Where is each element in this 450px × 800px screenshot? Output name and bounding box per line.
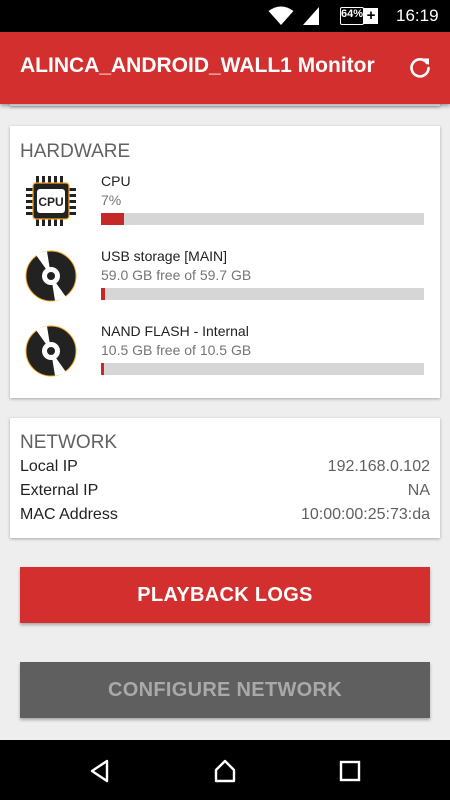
refresh-icon <box>410 58 430 78</box>
disc-icon <box>24 249 78 303</box>
configure-network-button[interactable]: CONFIGURE NETWORK <box>20 662 430 718</box>
usage-bar-fill <box>101 213 124 225</box>
charging-indicator: + <box>364 8 378 24</box>
hardware-card: HARDWARE CPU CPU 7% USB storage [MAIN] 5… <box>10 126 440 398</box>
wifi-icon <box>268 6 294 31</box>
hardware-item-detail: 10.5 GB free of 10.5 GB <box>101 342 252 358</box>
network-row-local-ip: Local IP 192.168.0.102 <box>20 458 430 480</box>
network-row-key: MAC Address <box>20 506 118 523</box>
hardware-item-usb-storage: USB storage [MAIN] 59.0 GB free of 59.7 … <box>10 245 440 315</box>
signal-icon <box>302 6 320 31</box>
cpu-icon: CPU <box>24 174 78 228</box>
hardware-title: HARDWARE <box>20 141 131 162</box>
app-bar: ALINCA_ANDROID_WALL1 Monitor <box>0 32 450 104</box>
network-card: NETWORK Local IP 192.168.0.102 External … <box>10 418 440 538</box>
home-icon <box>214 759 236 783</box>
usage-bar <box>101 288 424 300</box>
back-icon <box>90 759 109 783</box>
network-row-value: 192.168.0.102 <box>327 458 430 475</box>
hardware-item-cpu: CPU CPU 7% <box>10 170 440 240</box>
usage-bar <box>101 363 424 375</box>
navigation-bar <box>0 740 450 800</box>
network-row-key: Local IP <box>20 458 78 475</box>
home-button[interactable] <box>212 758 238 784</box>
hardware-item-label: CPU <box>101 173 131 189</box>
hardware-item-detail: 7% <box>101 192 122 208</box>
playback-logs-button[interactable]: PLAYBACK LOGS <box>20 567 430 623</box>
network-row-value: 10:00:00:25:73:da <box>300 506 430 523</box>
recents-icon <box>339 760 361 782</box>
status-bar: 64% + 16:19 <box>0 0 450 32</box>
usage-bar <box>101 213 424 225</box>
back-button[interactable] <box>87 758 113 784</box>
hardware-item-detail: 59.0 GB free of 59.7 GB <box>101 267 252 283</box>
svg-text:CPU: CPU <box>38 195 63 209</box>
network-row-key: External IP <box>20 482 99 499</box>
battery-icon: 64% + <box>340 7 378 25</box>
network-row-value: NA <box>407 482 430 499</box>
refresh-button[interactable] <box>404 52 436 84</box>
network-row-mac-address: MAC Address 10:00:00:25:73:da <box>20 506 430 528</box>
hardware-item-nand-flash: NAND FLASH - Internal 10.5 GB free of 10… <box>10 320 440 390</box>
network-row-external-ip: External IP NA <box>20 482 430 504</box>
clock: 16:19 <box>396 6 439 25</box>
disc-icon <box>24 324 78 378</box>
app-title: ALINCA_ANDROID_WALL1 Monitor <box>20 54 375 77</box>
battery-percent: 64% <box>340 8 364 20</box>
usage-bar-fill <box>101 288 105 300</box>
network-title: NETWORK <box>20 432 118 453</box>
recents-button[interactable] <box>337 758 363 784</box>
hardware-item-label: NAND FLASH - Internal <box>101 323 249 339</box>
usage-bar-fill <box>101 363 104 375</box>
hardware-item-label: USB storage [MAIN] <box>101 248 228 264</box>
